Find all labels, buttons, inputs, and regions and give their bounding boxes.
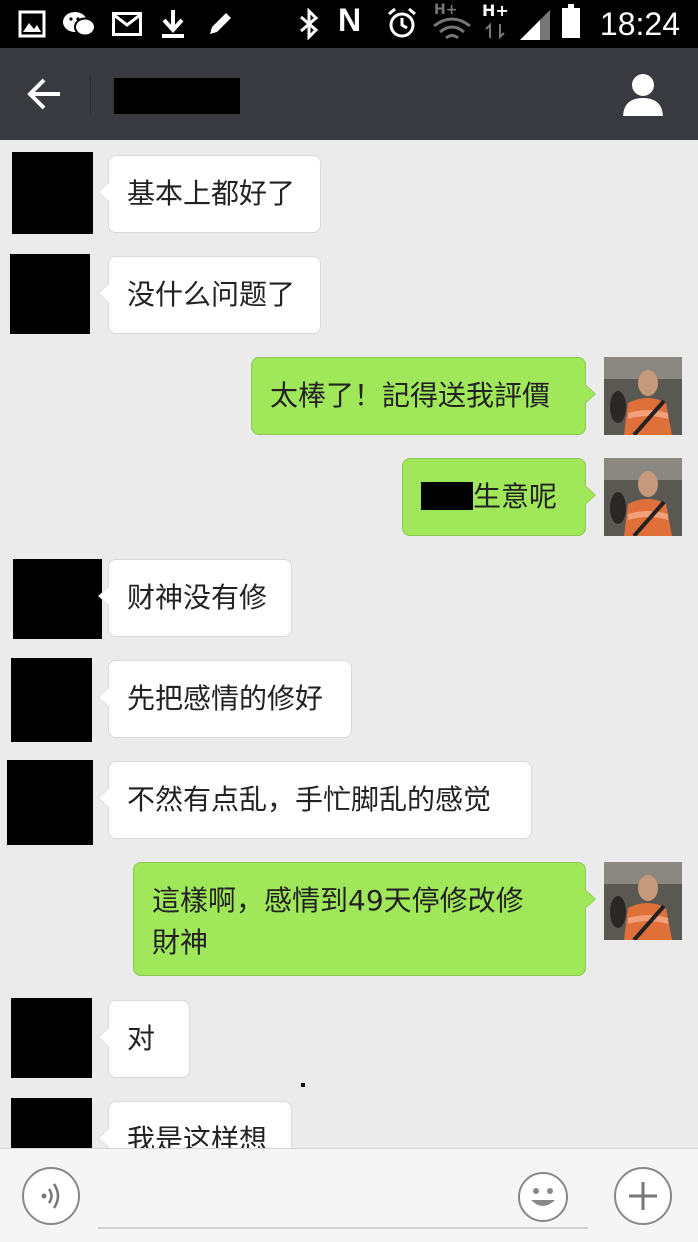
back-arrow-icon[interactable]	[26, 74, 62, 114]
header-divider	[90, 74, 91, 114]
voice-button[interactable]	[22, 1167, 80, 1225]
message-incoming[interactable]: 不然有点乱，手忙脚乱的感觉	[98, 761, 532, 839]
redacted-text	[421, 482, 473, 510]
mail-icon	[112, 12, 142, 36]
edit-icon	[210, 13, 231, 34]
gallery-icon	[18, 10, 46, 38]
message-outgoing-text: 生意呢	[473, 480, 558, 513]
wifi-hplus-icon: H+	[432, 2, 478, 44]
wechat-icon	[63, 12, 96, 37]
profile-icon[interactable]	[622, 72, 664, 116]
contact-avatar[interactable]	[13, 559, 102, 639]
download-icon	[162, 10, 184, 38]
signal-icon	[520, 10, 550, 40]
chat-header	[0, 48, 698, 140]
stray-dot	[301, 1083, 305, 1087]
contact-avatar[interactable]	[7, 760, 93, 845]
message-outgoing[interactable]: 這樣啊，感情到49天停修改修 財神	[133, 862, 596, 976]
my-avatar[interactable]	[604, 862, 682, 940]
chat-messages: 基本上都好了 没什么问题了 太棒了！記得送我評價 生意呢 财神没有修 先把感情的…	[0, 140, 698, 1148]
input-bar	[0, 1148, 698, 1242]
message-outgoing[interactable]: 生意呢	[402, 458, 596, 536]
message-outgoing-line: 財神	[152, 926, 209, 959]
status-time: 18:24	[599, 6, 680, 42]
contact-avatar[interactable]	[12, 152, 93, 234]
message-outgoing[interactable]: 太棒了！記得送我評價	[251, 357, 596, 435]
message-incoming[interactable]: 先把感情的修好	[98, 660, 352, 738]
message-outgoing-line: 這樣啊，感情到49天停修改修	[152, 884, 524, 917]
plus-button[interactable]	[614, 1167, 672, 1225]
message-incoming[interactable]: 基本上都好了	[98, 155, 321, 233]
message-incoming[interactable]: 没什么问题了	[98, 256, 321, 334]
contact-avatar[interactable]	[11, 1098, 92, 1148]
message-input[interactable]	[98, 1227, 588, 1229]
alarm-icon	[388, 7, 416, 38]
status-bar: N H+ H+ 18:24	[0, 0, 698, 48]
bluetooth-icon	[300, 8, 319, 40]
my-avatar[interactable]	[604, 357, 682, 435]
contact-avatar[interactable]	[11, 998, 92, 1078]
my-avatar[interactable]	[604, 458, 682, 536]
plus-icon	[629, 1182, 657, 1210]
voice-icon	[41, 1183, 60, 1209]
nfc-icon: N	[338, 2, 362, 38]
emoji-button[interactable]	[518, 1172, 568, 1222]
hplus-data-icon: H+	[482, 1, 512, 44]
contact-avatar[interactable]	[10, 254, 90, 334]
contact-name-redacted	[114, 78, 240, 114]
battery-icon	[562, 4, 580, 38]
message-incoming[interactable]: 对	[98, 1000, 190, 1078]
message-incoming[interactable]: 我是这样想	[98, 1101, 292, 1148]
contact-avatar[interactable]	[11, 658, 92, 742]
hplus-data-label: H+	[482, 1, 509, 20]
emoji-icon	[531, 1188, 555, 1206]
message-incoming[interactable]: 财神没有修	[98, 559, 292, 637]
